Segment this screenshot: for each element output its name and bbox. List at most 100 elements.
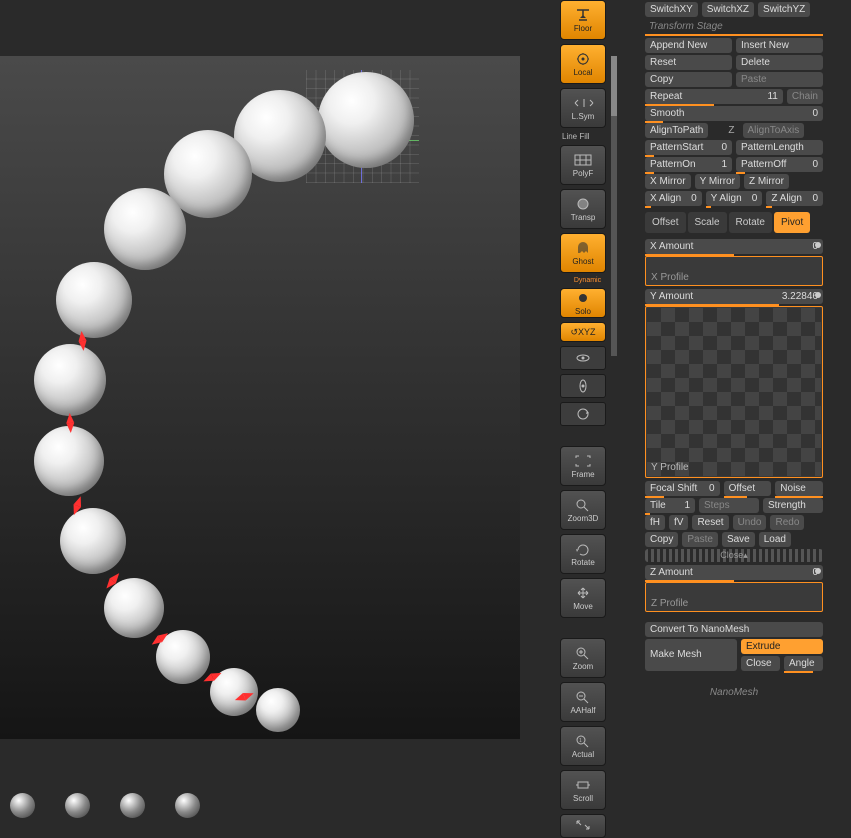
viewport-scrollbar[interactable]: [611, 56, 617, 356]
paste2-button[interactable]: Paste: [682, 532, 718, 547]
nanomesh-header[interactable]: NanoMesh: [645, 685, 823, 700]
insert-new-button[interactable]: Insert New: [736, 38, 823, 53]
dot-icon[interactable]: [815, 292, 821, 298]
material-swatch[interactable]: [175, 793, 200, 818]
sphere: [256, 688, 300, 732]
yalign-slider[interactable]: Y Align0: [706, 191, 763, 206]
actual-button[interactable]: 1Actual: [560, 726, 606, 766]
focalshift-slider[interactable]: Focal Shift0: [645, 481, 720, 496]
paste-button[interactable]: Paste: [736, 72, 823, 87]
switchxy-button[interactable]: SwitchXY: [645, 2, 698, 17]
patternstart-slider[interactable]: PatternStart0: [645, 140, 732, 155]
zalign-slider[interactable]: Z Align0: [766, 191, 823, 206]
patternlength-button[interactable]: PatternLength: [736, 140, 823, 155]
rotate-button[interactable]: Rotate: [560, 534, 606, 574]
close-bar[interactable]: Close▴: [645, 549, 823, 562]
load-button[interactable]: Load: [759, 532, 791, 547]
redo-button[interactable]: Redo: [770, 515, 804, 530]
extrude-button[interactable]: Extrude: [741, 639, 823, 654]
yamount-slider[interactable]: Y Amount3.22846: [645, 289, 823, 304]
rotate-tab[interactable]: Rotate: [729, 212, 772, 233]
viewport-3d[interactable]: [0, 56, 520, 739]
scrollbar-thumb[interactable]: [611, 56, 617, 116]
noise-slider[interactable]: Noise: [775, 481, 823, 496]
path-arrow: [74, 495, 85, 507]
copy2-button[interactable]: Copy: [645, 532, 678, 547]
zamount-slider[interactable]: Z Amount0: [645, 565, 823, 580]
strength-slider[interactable]: Strength: [763, 498, 823, 513]
scroll-button[interactable]: Scroll: [560, 770, 606, 810]
orbit-z-icon[interactable]: [560, 402, 606, 426]
frame-button[interactable]: Frame: [560, 446, 606, 486]
xalign-slider[interactable]: X Align0: [645, 191, 702, 206]
ymirror-button[interactable]: Y Mirror: [695, 174, 740, 189]
ghost-button[interactable]: Ghost: [560, 233, 606, 273]
lsym-button[interactable]: L.Sym: [560, 88, 606, 128]
zoom-button[interactable]: Zoom: [560, 638, 606, 678]
zmirror-button[interactable]: Z Mirror: [744, 174, 789, 189]
sphere: [318, 72, 414, 168]
viewport-toolbar: Floor Local L.Sym Line Fill PolyF Transp…: [560, 0, 615, 838]
angle-slider[interactable]: Angle: [784, 656, 823, 671]
orbit-x-icon[interactable]: [560, 346, 606, 370]
patternon-slider[interactable]: PatternOn1: [645, 157, 732, 172]
floor-button[interactable]: Floor: [560, 0, 606, 40]
sphere: [56, 262, 132, 338]
tile-slider[interactable]: Tile1: [645, 498, 695, 513]
smooth-slider[interactable]: Smooth0: [645, 106, 823, 121]
undo-button[interactable]: Undo: [733, 515, 767, 530]
reset2-button[interactable]: Reset: [692, 515, 728, 530]
switchyz-button[interactable]: SwitchYZ: [758, 2, 810, 17]
sphere: [104, 188, 186, 270]
append-new-button[interactable]: Append New: [645, 38, 732, 53]
sphere: [104, 578, 164, 638]
local-button[interactable]: Local: [560, 44, 606, 84]
delete-button[interactable]: Delete: [736, 55, 823, 70]
copy-button[interactable]: Copy: [645, 72, 732, 87]
viewport: [0, 0, 557, 818]
yprofile-box[interactable]: Y Profile: [645, 306, 823, 478]
orbit-y-icon[interactable]: [560, 374, 606, 398]
dot-icon[interactable]: [815, 242, 821, 248]
xamount-slider[interactable]: X Amount0: [645, 239, 823, 254]
xprofile-box[interactable]: X Profile: [645, 256, 823, 286]
xyz-button[interactable]: ↺XYZ: [560, 322, 606, 342]
polyf-button[interactable]: PolyF: [560, 145, 606, 185]
path-arrow: [66, 413, 75, 423]
dot-icon[interactable]: [815, 568, 821, 574]
offset-tab[interactable]: Offset: [645, 212, 686, 233]
offset-slider[interactable]: Offset: [724, 481, 772, 496]
switchxz-button[interactable]: SwitchXZ: [702, 2, 754, 17]
pivot-tab[interactable]: Pivot: [774, 212, 810, 233]
steps-slider[interactable]: Steps: [699, 498, 759, 513]
makemesh-button[interactable]: Make Mesh: [645, 639, 737, 671]
convert-nanomesh-button[interactable]: Convert To NanoMesh: [645, 622, 823, 637]
xmirror-button[interactable]: X Mirror: [645, 174, 691, 189]
line-fill-label: Line Fill: [560, 132, 615, 141]
close-button[interactable]: Close: [741, 656, 780, 671]
zoom3d-button[interactable]: Zoom3D: [560, 490, 606, 530]
transform-stage-header: Transform Stage: [645, 19, 823, 36]
aligntoaxis-button[interactable]: AlignToAxis: [743, 123, 805, 138]
material-swatch[interactable]: [10, 793, 35, 818]
material-swatch[interactable]: [65, 793, 90, 818]
material-swatch[interactable]: [120, 793, 145, 818]
z-indicator: Z: [724, 123, 738, 138]
save-button[interactable]: Save: [722, 532, 755, 547]
aahalf-button[interactable]: AAHalf: [560, 682, 606, 722]
solo-button[interactable]: Solo: [560, 288, 606, 318]
fh-button[interactable]: fH: [645, 515, 665, 530]
move-button[interactable]: Move: [560, 578, 606, 618]
transp-button[interactable]: Transp: [560, 189, 606, 229]
dynamic-label: Dynamic: [560, 277, 615, 284]
zprofile-box[interactable]: Z Profile: [645, 582, 823, 612]
scale-tab[interactable]: Scale: [688, 212, 727, 233]
aligntopath-button[interactable]: AlignToPath: [645, 123, 708, 138]
material-strip[interactable]: [0, 800, 530, 818]
repeat-slider[interactable]: Repeat11: [645, 89, 783, 104]
sphere: [34, 344, 106, 416]
fv-button[interactable]: fV: [669, 515, 688, 530]
patternoff-slider[interactable]: PatternOff0: [736, 157, 823, 172]
reset-button[interactable]: Reset: [645, 55, 732, 70]
chain-button[interactable]: Chain: [787, 89, 823, 104]
